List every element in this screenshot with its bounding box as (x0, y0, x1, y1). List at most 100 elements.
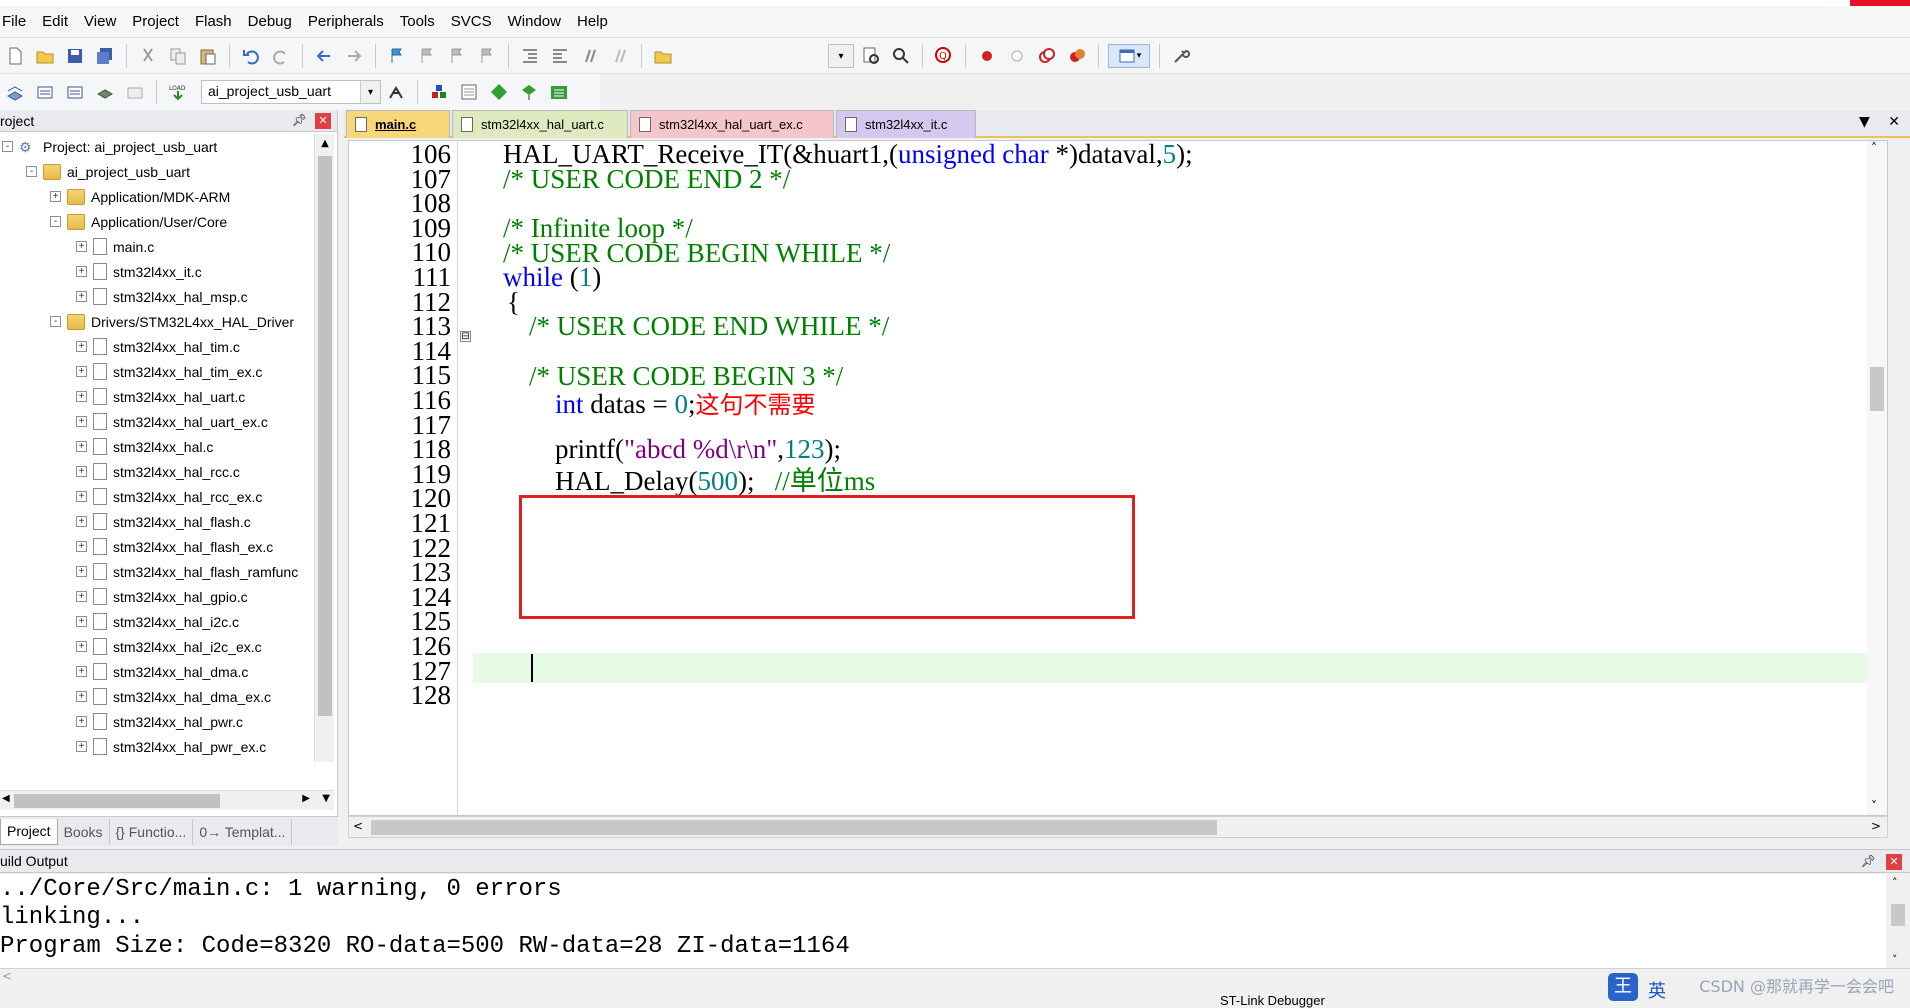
menu-view[interactable]: View (84, 13, 124, 30)
scroll-up-icon[interactable]: ˄ (1871, 141, 1877, 155)
expand-icon[interactable]: + (76, 716, 87, 727)
panel-tab-1[interactable]: Books (58, 818, 110, 845)
tree-file[interactable]: + stm32l4xx_hal_i2c.c (76, 609, 239, 634)
target-options-icon[interactable] (384, 80, 408, 104)
batch-build-icon[interactable] (93, 80, 117, 104)
scroll-thumb[interactable] (14, 794, 220, 808)
pin-icon[interactable]: 📌︎ (292, 113, 307, 127)
menu-file[interactable]: File (2, 13, 34, 30)
find-icon[interactable] (859, 44, 883, 68)
expand-icon[interactable]: + (76, 691, 87, 702)
scroll-right-icon[interactable]: ▶ (302, 793, 310, 804)
expand-icon[interactable]: + (76, 241, 87, 252)
editor-vertical-scrollbar[interactable]: ˄ ˅ (1867, 141, 1887, 815)
tree-file[interactable]: +stm32l4xx_hal_cortex.c (76, 759, 259, 762)
expand-icon[interactable]: + (76, 441, 87, 452)
tree-file[interactable]: + stm32l4xx_hal_i2c_ex.c (76, 634, 262, 659)
window-layout-icon[interactable]: ▾ (1108, 43, 1150, 68)
bookmark-icon[interactable] (385, 44, 409, 68)
scroll-up-icon[interactable]: ˄ (1892, 876, 1898, 889)
undo-icon[interactable] (239, 44, 263, 68)
close-tab-icon[interactable]: ✕ (1888, 114, 1900, 130)
find-dropdown[interactable]: ▾ (828, 44, 854, 68)
comment-icon[interactable] (578, 44, 602, 68)
tree-file[interactable]: + stm32l4xx_hal_gpio.c (76, 584, 248, 609)
collapse-icon[interactable]: - (2, 141, 13, 152)
expand-icon[interactable]: + (50, 191, 61, 202)
indent-icon[interactable] (518, 44, 542, 68)
nav-forward-icon[interactable] (342, 44, 366, 68)
scroll-right-icon[interactable]: > (1871, 819, 1881, 833)
tree-file[interactable]: + stm32l4xx_hal_uart.c (76, 384, 245, 409)
expand-icon[interactable]: + (76, 341, 87, 352)
expand-icon[interactable]: + (76, 291, 87, 302)
tree-file[interactable]: + stm32l4xx_hal.c (76, 434, 213, 459)
expand-icon[interactable]: + (76, 566, 87, 577)
find-in-files-icon[interactable] (651, 44, 675, 68)
tree-file[interactable]: + stm32l4xx_hal_flash_ramfunc (76, 559, 298, 584)
menu-flash[interactable]: Flash (195, 13, 240, 30)
tree-file[interactable]: + stm32l4xx_hal_flash_ex.c (76, 534, 273, 559)
tab-list-icon[interactable]: ▼ (1859, 114, 1870, 130)
build-icon[interactable] (33, 80, 57, 104)
save-icon[interactable] (63, 44, 87, 68)
redo-icon[interactable] (269, 44, 293, 68)
menu-svcs[interactable]: SVCS (451, 13, 500, 30)
expand-icon[interactable]: + (76, 641, 87, 652)
tree-file[interactable]: + main.c (76, 234, 154, 259)
tree-file[interactable]: + stm32l4xx_hal_flash.c (76, 509, 251, 534)
tree-group[interactable]: - Application/User/Core (50, 209, 227, 234)
scroll-left-icon[interactable]: < (2, 969, 12, 983)
editor-tab-1[interactable]: stm32l4xx_hal_uart.c (452, 110, 628, 138)
expand-icon[interactable]: + (76, 741, 87, 752)
menu-help[interactable]: Help (577, 13, 616, 30)
nav-back-icon[interactable] (312, 44, 336, 68)
menu-edit[interactable]: Edit (42, 13, 76, 30)
run-time-environment-icon[interactable] (547, 80, 571, 104)
scroll-thumb[interactable] (1891, 904, 1905, 926)
panel-tab-2[interactable]: {} Functio... (110, 818, 194, 845)
disable-all-breakpoints-icon[interactable] (1035, 44, 1059, 68)
fold-toggle-icon[interactable]: ⊟ (460, 331, 471, 342)
collapse-icon[interactable]: - (50, 216, 61, 227)
scroll-down-icon[interactable]: ▼ (322, 793, 330, 804)
scroll-thumb[interactable] (371, 820, 1217, 835)
code-editor[interactable]: 106 107 108 109 110 111 112 113 114 115 116 117 118 1… (348, 140, 1888, 816)
collapse-icon[interactable]: - (26, 166, 37, 177)
expand-icon[interactable]: + (76, 666, 87, 677)
tree-file[interactable]: + stm32l4xx_it.c (76, 259, 202, 284)
ime-icon[interactable]: 王 (1608, 973, 1638, 1001)
close-panel-button[interactable]: ✕ (315, 113, 331, 129)
scroll-down-icon[interactable]: ˅ (1871, 799, 1877, 813)
tree-file[interactable]: + stm32l4xx_hal_dma.c (76, 659, 248, 684)
clear-bookmarks-icon[interactable] (475, 44, 499, 68)
disable-breakpoint-icon[interactable] (1005, 44, 1029, 68)
breakpoint-icon[interactable] (975, 44, 999, 68)
tree-file[interactable]: + stm32l4xx_hal_tim_ex.c (76, 359, 262, 384)
prev-bookmark-icon[interactable] (415, 44, 439, 68)
copy-icon[interactable] (166, 44, 190, 68)
file-extensions-icon[interactable] (457, 80, 481, 104)
select-packs-icon[interactable] (487, 80, 511, 104)
manage-project-items-icon[interactable] (427, 80, 451, 104)
pack-installer-icon[interactable] (517, 80, 541, 104)
new-file-icon[interactable] (3, 44, 27, 68)
expand-icon[interactable]: + (76, 466, 87, 477)
collapse-icon[interactable]: - (50, 316, 61, 327)
translate-icon[interactable] (3, 80, 27, 104)
kill-all-breakpoints-icon[interactable] (1065, 44, 1089, 68)
build-output-text[interactable]: ../Core/Src/main.c: 1 warning, 0 errors … (0, 874, 1886, 968)
configure-icon[interactable] (1169, 44, 1193, 68)
tree-horizontal-scrollbar[interactable]: ◀ ▶ ▼ (0, 790, 334, 810)
unindent-icon[interactable] (548, 44, 572, 68)
tree-file[interactable]: + stm32l4xx_hal_rcc.c (76, 459, 240, 484)
menu-project[interactable]: Project (132, 13, 187, 30)
panel-tab-3[interactable]: 0→ Templat... (193, 818, 293, 845)
uncomment-icon[interactable] (608, 44, 632, 68)
expand-icon[interactable]: + (76, 416, 87, 427)
rebuild-icon[interactable] (63, 80, 87, 104)
tree-vertical-scrollbar[interactable]: ▲ (314, 134, 334, 762)
open-folder-icon[interactable] (33, 44, 57, 68)
tree-file[interactable]: + stm32l4xx_hal_tim.c (76, 334, 240, 359)
paste-icon[interactable] (196, 44, 220, 68)
